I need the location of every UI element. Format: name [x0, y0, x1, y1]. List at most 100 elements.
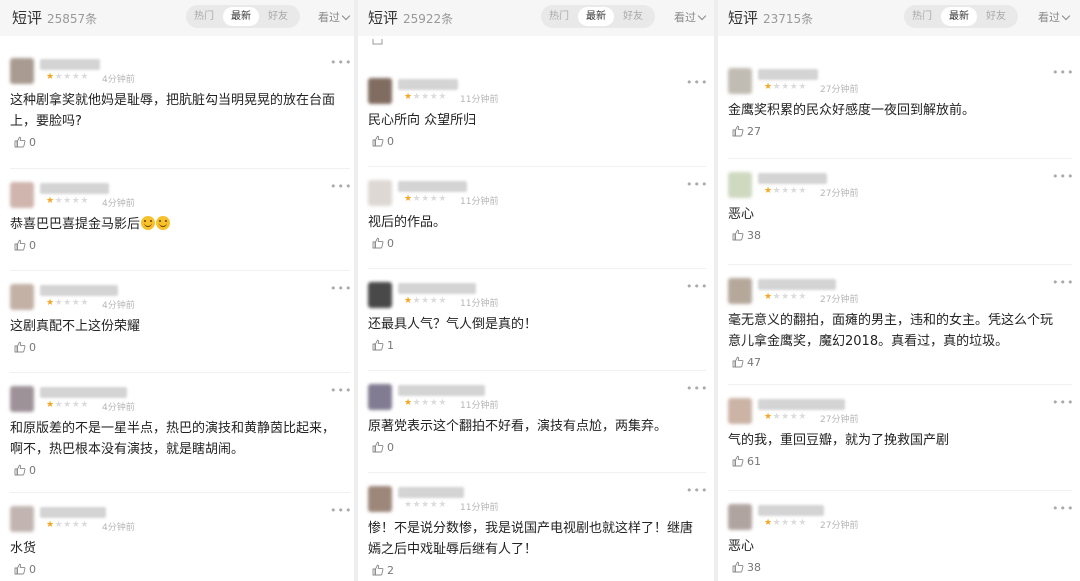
review-time: 27分钟前 [820, 521, 859, 531]
avatar[interactable] [10, 506, 34, 532]
star-icon: ★ [781, 292, 790, 302]
avatar[interactable] [728, 172, 752, 198]
like-button[interactable]: 0 [14, 136, 36, 149]
username-blurred[interactable] [758, 399, 845, 410]
tab-latest[interactable]: 最新 [578, 7, 614, 26]
row-divider [728, 384, 1072, 385]
seen-filter[interactable]: 看过 [1038, 9, 1071, 25]
more-options-icon[interactable]: ••• [1052, 66, 1074, 79]
username-blurred[interactable] [398, 487, 464, 498]
avatar[interactable] [368, 384, 392, 410]
username-blurred[interactable] [398, 181, 467, 192]
more-options-icon[interactable]: ••• [330, 384, 352, 397]
more-options-icon[interactable]: ••• [686, 382, 708, 395]
username-blurred[interactable] [40, 507, 106, 518]
tab-hot[interactable]: 热门 [186, 7, 222, 26]
like-button[interactable]: 0 [372, 135, 394, 148]
more-options-icon[interactable]: ••• [686, 76, 708, 89]
thumbs-up-icon [372, 564, 387, 577]
like-button[interactable]: 0 [372, 441, 394, 454]
avatar[interactable] [368, 180, 392, 206]
like-button[interactable]: 2 [372, 564, 394, 577]
more-options-icon[interactable]: ••• [686, 178, 708, 191]
like-button[interactable]: 0 [372, 237, 394, 250]
like-count: 0 [29, 563, 36, 576]
tab-friends[interactable]: 好友 [978, 7, 1014, 26]
like-count: 2 [387, 564, 394, 577]
review-count: 25857条 [47, 12, 98, 26]
star-icon: ★ [438, 194, 447, 204]
like-button[interactable]: 38 [732, 561, 761, 574]
star-icon: ★ [63, 400, 72, 410]
avatar[interactable] [728, 398, 752, 424]
review-content: 民心所向 众望所归 [368, 110, 696, 131]
avatar[interactable] [10, 284, 34, 310]
like-button[interactable]: 1 [372, 339, 394, 352]
avatar[interactable] [368, 486, 392, 512]
row-divider [368, 166, 706, 167]
tab-friends[interactable]: 好友 [615, 7, 651, 26]
more-options-icon[interactable]: ••• [330, 56, 352, 69]
seen-label: 看过 [318, 11, 340, 24]
avatar[interactable] [10, 58, 34, 84]
like-button[interactable]: 0 [14, 464, 36, 477]
star-icon: ★ [772, 518, 782, 528]
review-panel-3: 短评 23715条 热门 最新 好友 看过 ★★★★★ 27分钟前 ••• 金鹰奖积累… [718, 0, 1080, 581]
more-options-icon[interactable]: ••• [686, 280, 708, 293]
username-blurred[interactable] [758, 279, 836, 290]
star-icon: ★ [412, 398, 422, 408]
star-icon: ★ [54, 72, 64, 82]
like-count: 0 [29, 136, 36, 149]
username-blurred[interactable] [40, 59, 100, 70]
username-blurred[interactable] [40, 183, 109, 194]
like-button[interactable]: 0 [14, 341, 36, 354]
username-blurred[interactable] [758, 505, 824, 516]
more-options-icon[interactable]: ••• [330, 282, 352, 295]
like-count: 38 [747, 561, 761, 574]
username-blurred[interactable] [398, 283, 476, 294]
star-icon: ★ [80, 196, 89, 206]
tab-hot[interactable]: 热门 [541, 7, 577, 26]
avatar[interactable] [10, 386, 34, 412]
more-options-icon[interactable]: ••• [1052, 502, 1074, 515]
review-content: 气的我，重回豆瓣，就为了挽救国产剧 [728, 430, 1062, 451]
username-blurred[interactable] [40, 387, 127, 398]
more-options-icon[interactable]: ••• [1052, 396, 1074, 409]
avatar[interactable] [368, 78, 392, 104]
tab-friends[interactable]: 好友 [260, 7, 296, 26]
username-blurred[interactable] [398, 79, 458, 90]
tab-latest[interactable]: 最新 [223, 7, 259, 26]
username-blurred[interactable] [398, 385, 485, 396]
tab-hot[interactable]: 热门 [904, 7, 940, 26]
like-button[interactable]: 47 [732, 356, 761, 369]
tab-latest[interactable]: 最新 [941, 7, 977, 26]
row-divider [368, 370, 706, 371]
avatar[interactable] [10, 182, 34, 208]
more-options-icon[interactable]: ••• [330, 504, 352, 517]
username-blurred[interactable] [758, 173, 827, 184]
star-icon: ★ [772, 186, 782, 196]
star-icon: ★ [54, 400, 64, 410]
row-divider [728, 264, 1072, 265]
more-options-icon[interactable]: ••• [1052, 170, 1074, 183]
like-button[interactable]: 0 [14, 563, 36, 576]
seen-filter[interactable]: 看过 [674, 9, 707, 25]
username-blurred[interactable] [40, 285, 118, 296]
avatar[interactable] [368, 282, 392, 308]
star-icon: ★ [772, 82, 782, 92]
username-blurred[interactable] [758, 69, 818, 80]
avatar[interactable] [728, 278, 752, 304]
thumbs-up-icon [732, 229, 747, 242]
avatar[interactable] [728, 68, 752, 94]
more-options-icon[interactable]: ••• [1052, 276, 1074, 289]
review-text: 这种剧拿奖就他妈是耻辱，把肮脏勾当明晃晃的放在台面上，要脸吗? [10, 93, 336, 129]
like-button[interactable]: 27 [732, 125, 761, 138]
like-button[interactable]: 61 [732, 455, 761, 468]
avatar[interactable] [728, 504, 752, 530]
more-options-icon[interactable]: ••• [330, 180, 352, 193]
like-count: 0 [29, 464, 36, 477]
more-options-icon[interactable]: ••• [686, 484, 708, 497]
like-button[interactable]: 0 [14, 239, 36, 252]
like-button[interactable]: 38 [732, 229, 761, 242]
seen-filter[interactable]: 看过 [318, 9, 351, 25]
